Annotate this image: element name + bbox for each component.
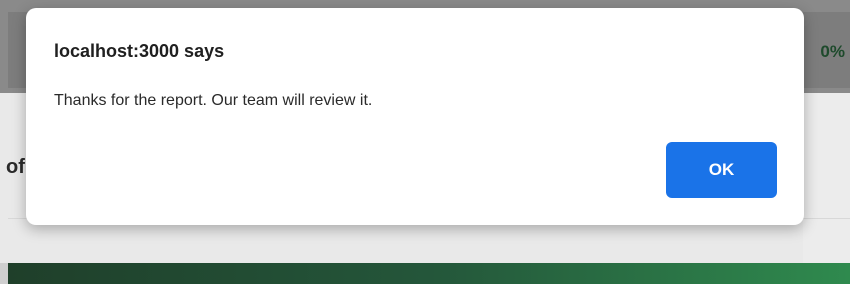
background-content-side bbox=[803, 93, 850, 263]
alert-dialog: localhost:3000 says Thanks for the repor… bbox=[26, 8, 804, 225]
ok-button[interactable]: OK bbox=[666, 142, 777, 198]
dialog-message: Thanks for the report. Our team will rev… bbox=[54, 92, 373, 109]
background-footer-bar bbox=[8, 263, 850, 284]
dialog-title: localhost:3000 says bbox=[54, 41, 225, 61]
background-text-fragment: of bbox=[6, 156, 25, 178]
background-progress-badge: 0% bbox=[820, 42, 845, 61]
